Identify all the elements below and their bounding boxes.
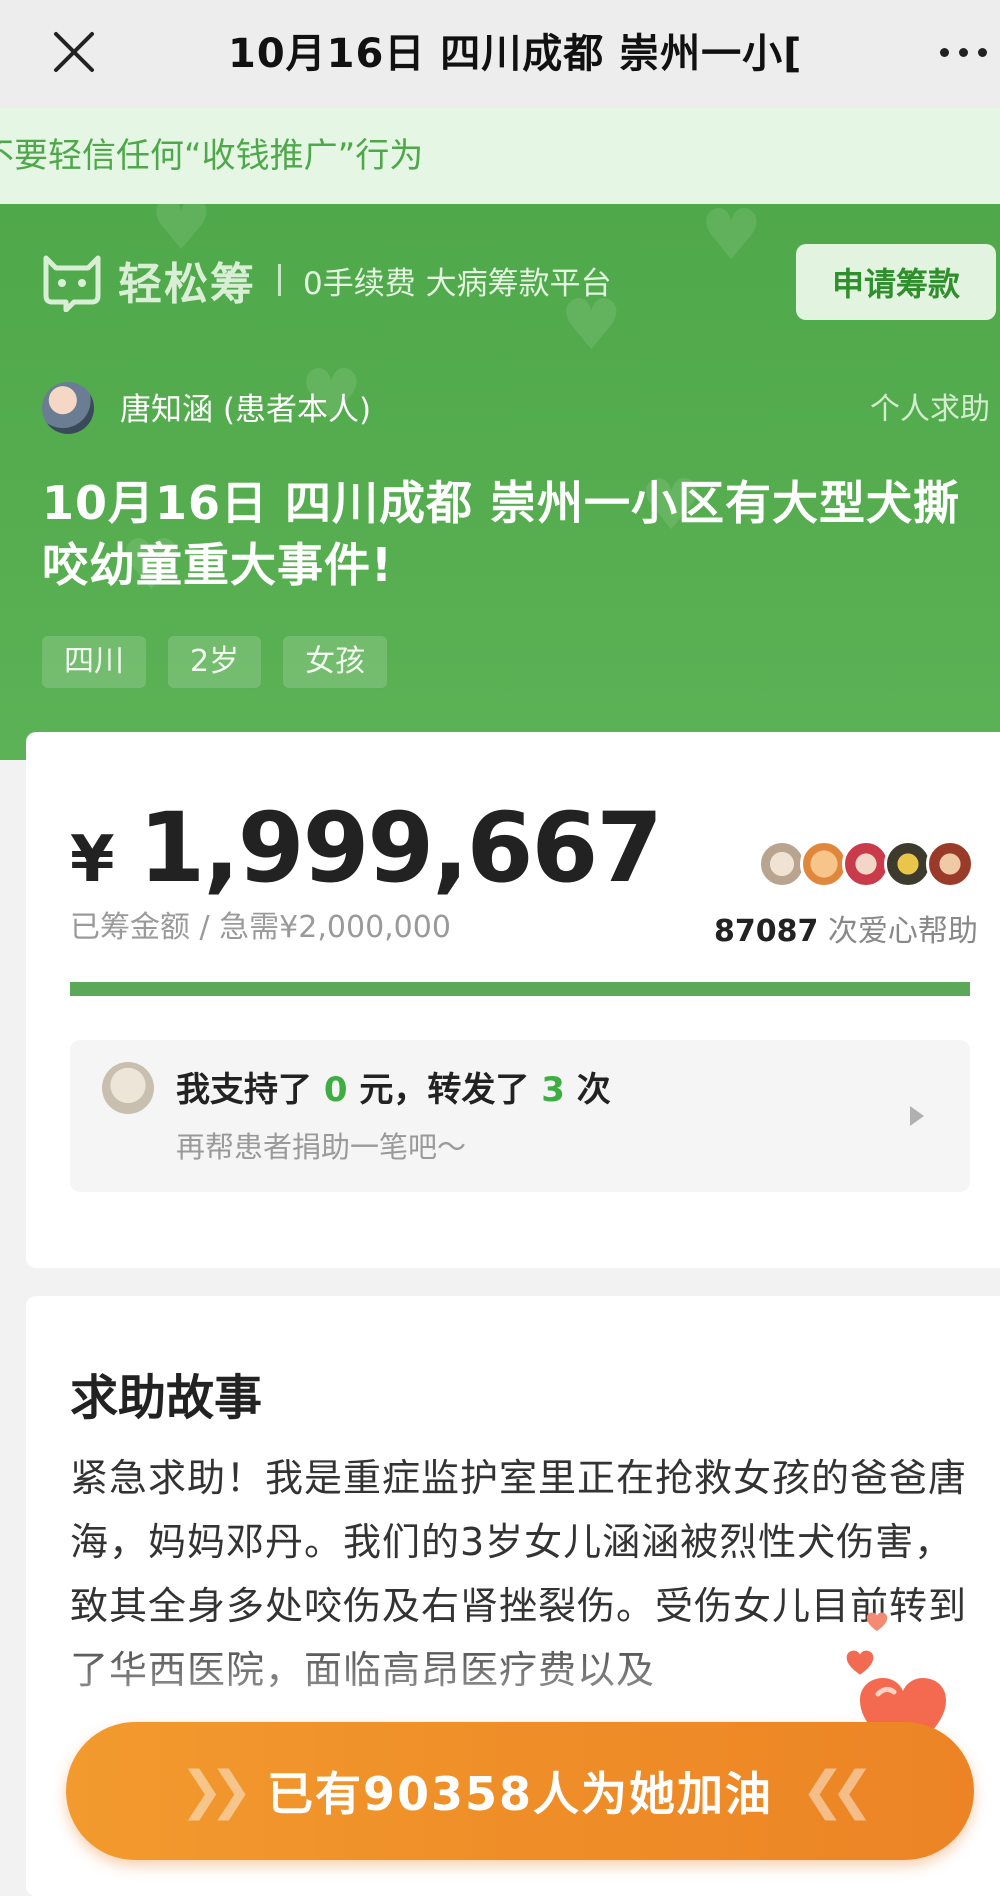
raised-amount-label: 已筹金额 / 急需¥2,000,000 [70,910,451,945]
brand-slogan: 0手续费 大病筹款平台 [303,265,612,302]
more-dots-icon[interactable] [936,40,992,64]
donate-again-prompt: 再帮患者捐助一笔吧～ [176,1130,467,1164]
campaign-title: 10月16日 四川成都 崇州一小区有大型犬撕咬幼童重大事件! [42,476,961,592]
cheer-button-label: 已有90358人为她加油 [266,1767,774,1821]
help-count: 87087 次爱心帮助 [714,906,978,950]
avatar [758,840,806,888]
progress-bar [70,982,970,996]
fundraising-card: ¥ 1,999,667 已筹金额 / 急需¥2,000,000 87087 次爱… [26,732,1000,1268]
help-count-suffix: 次爱心帮助 [818,914,978,949]
page-title: 10月16日 四川成都 崇州一小[ [228,31,803,77]
raised-amount-value: 1,999,667 [138,792,664,904]
close-icon[interactable] [50,28,98,76]
patient-name[interactable]: 唐知涵 (患者本人) [120,384,371,429]
tag-region: 四川 [42,636,146,688]
fraud-warning-text: 不要轻信任何“收钱推广”行为 [0,136,424,176]
tag-list: 四川 2岁 女孩 [42,636,388,688]
progress-bar-fill [70,982,970,996]
tag-gender: 女孩 [283,636,388,688]
support-middle: 元，转发了 [347,1070,542,1110]
help-type-label: 个人求助 [870,392,990,427]
cat-logo-icon [43,255,101,312]
raised-amount: ¥ 1,999,667 [70,792,664,904]
currency-symbol: ¥ [70,823,115,897]
donated-amount: 0 [323,1070,348,1110]
my-support-summary: 我支持了 0 元，转发了 3 次 [176,1062,611,1111]
floating-heart-icon [866,1612,888,1632]
apply-fundraising-button[interactable]: 申请筹款 [796,244,996,320]
help-count-value: 87087 [714,914,819,949]
campaign-header: ♥ ♥ ♥ ♥ ♥ ♥ 轻松筹 0手续费 大病筹款平台 申请筹款 唐知涵 (患者… [0,204,1000,760]
avatar[interactable] [42,382,94,434]
donor-avatar-group[interactable] [758,840,974,888]
my-support-panel[interactable]: 我支持了 0 元，转发了 3 次 再帮患者捐助一笔吧～ [70,1040,970,1192]
story-title: 求助故事 [70,1370,263,1426]
avatar [842,840,890,888]
tag-age: 2岁 [168,636,262,688]
avatar [800,840,848,888]
chevron-right-icon [910,1106,924,1126]
floating-heart-icon [846,1650,874,1675]
avatar [926,840,974,888]
fraud-warning-banner: 不要轻信任何“收钱推广”行为 [0,108,1000,204]
double-chevron-right-icon: ❯❯ [179,1761,253,1821]
double-chevron-left-icon: ❮❮ [801,1761,874,1821]
divider [278,264,281,296]
cheer-button[interactable]: ❯❯ 已有90358人为她加油 ❮❮ [66,1722,974,1860]
support-prefix: 我支持了 [176,1070,324,1110]
decorative-heart-icon: ♥ [700,204,763,276]
avatar [884,840,932,888]
avatar [102,1062,154,1114]
brand-logo: 轻松筹 0手续费 大病筹款平台 [40,248,612,312]
top-navigation-bar: 10月16日 四川成都 崇州一小[ [0,0,1000,108]
share-count: 3 [541,1070,565,1110]
support-suffix: 次 [564,1070,611,1110]
brand-name: 轻松筹 [118,259,256,310]
